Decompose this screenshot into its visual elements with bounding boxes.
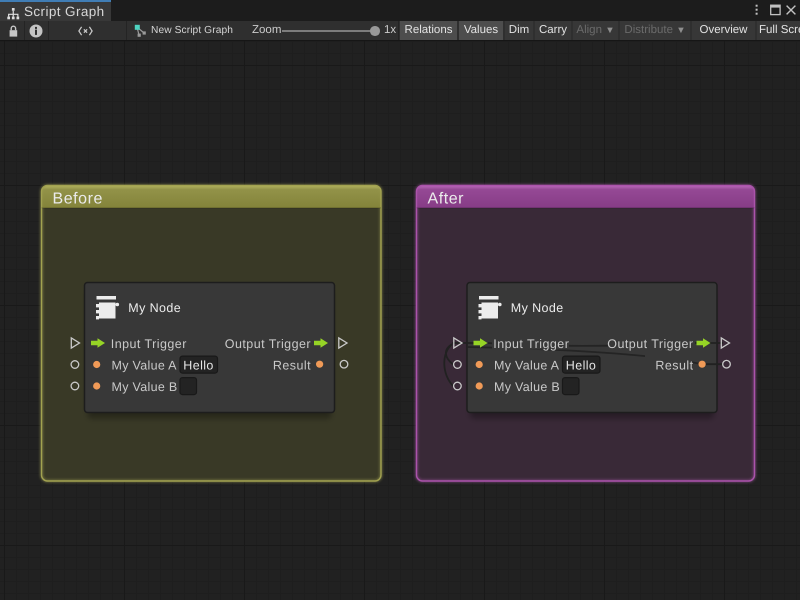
svg-text:My Value B: My Value B [112,380,178,394]
svg-text:Hello: Hello [183,359,214,373]
svg-text:My Value A: My Value A [494,358,560,372]
svg-text:My Node: My Node [128,301,181,315]
svg-text:Output Trigger: Output Trigger [225,337,311,351]
svg-text:Result: Result [273,358,311,372]
svg-text:My Node: My Node [511,301,564,315]
svg-text:Before: Before [53,191,103,208]
svg-text:My Value B: My Value B [494,380,560,394]
svg-text:Output Trigger: Output Trigger [607,337,693,351]
svg-text:After: After [428,191,465,208]
svg-text:Input Trigger: Input Trigger [111,337,187,351]
svg-text:Result: Result [655,358,693,372]
svg-text:My Value A: My Value A [112,358,178,372]
svg-text:Hello: Hello [566,359,597,373]
svg-text:Input Trigger: Input Trigger [493,337,569,351]
